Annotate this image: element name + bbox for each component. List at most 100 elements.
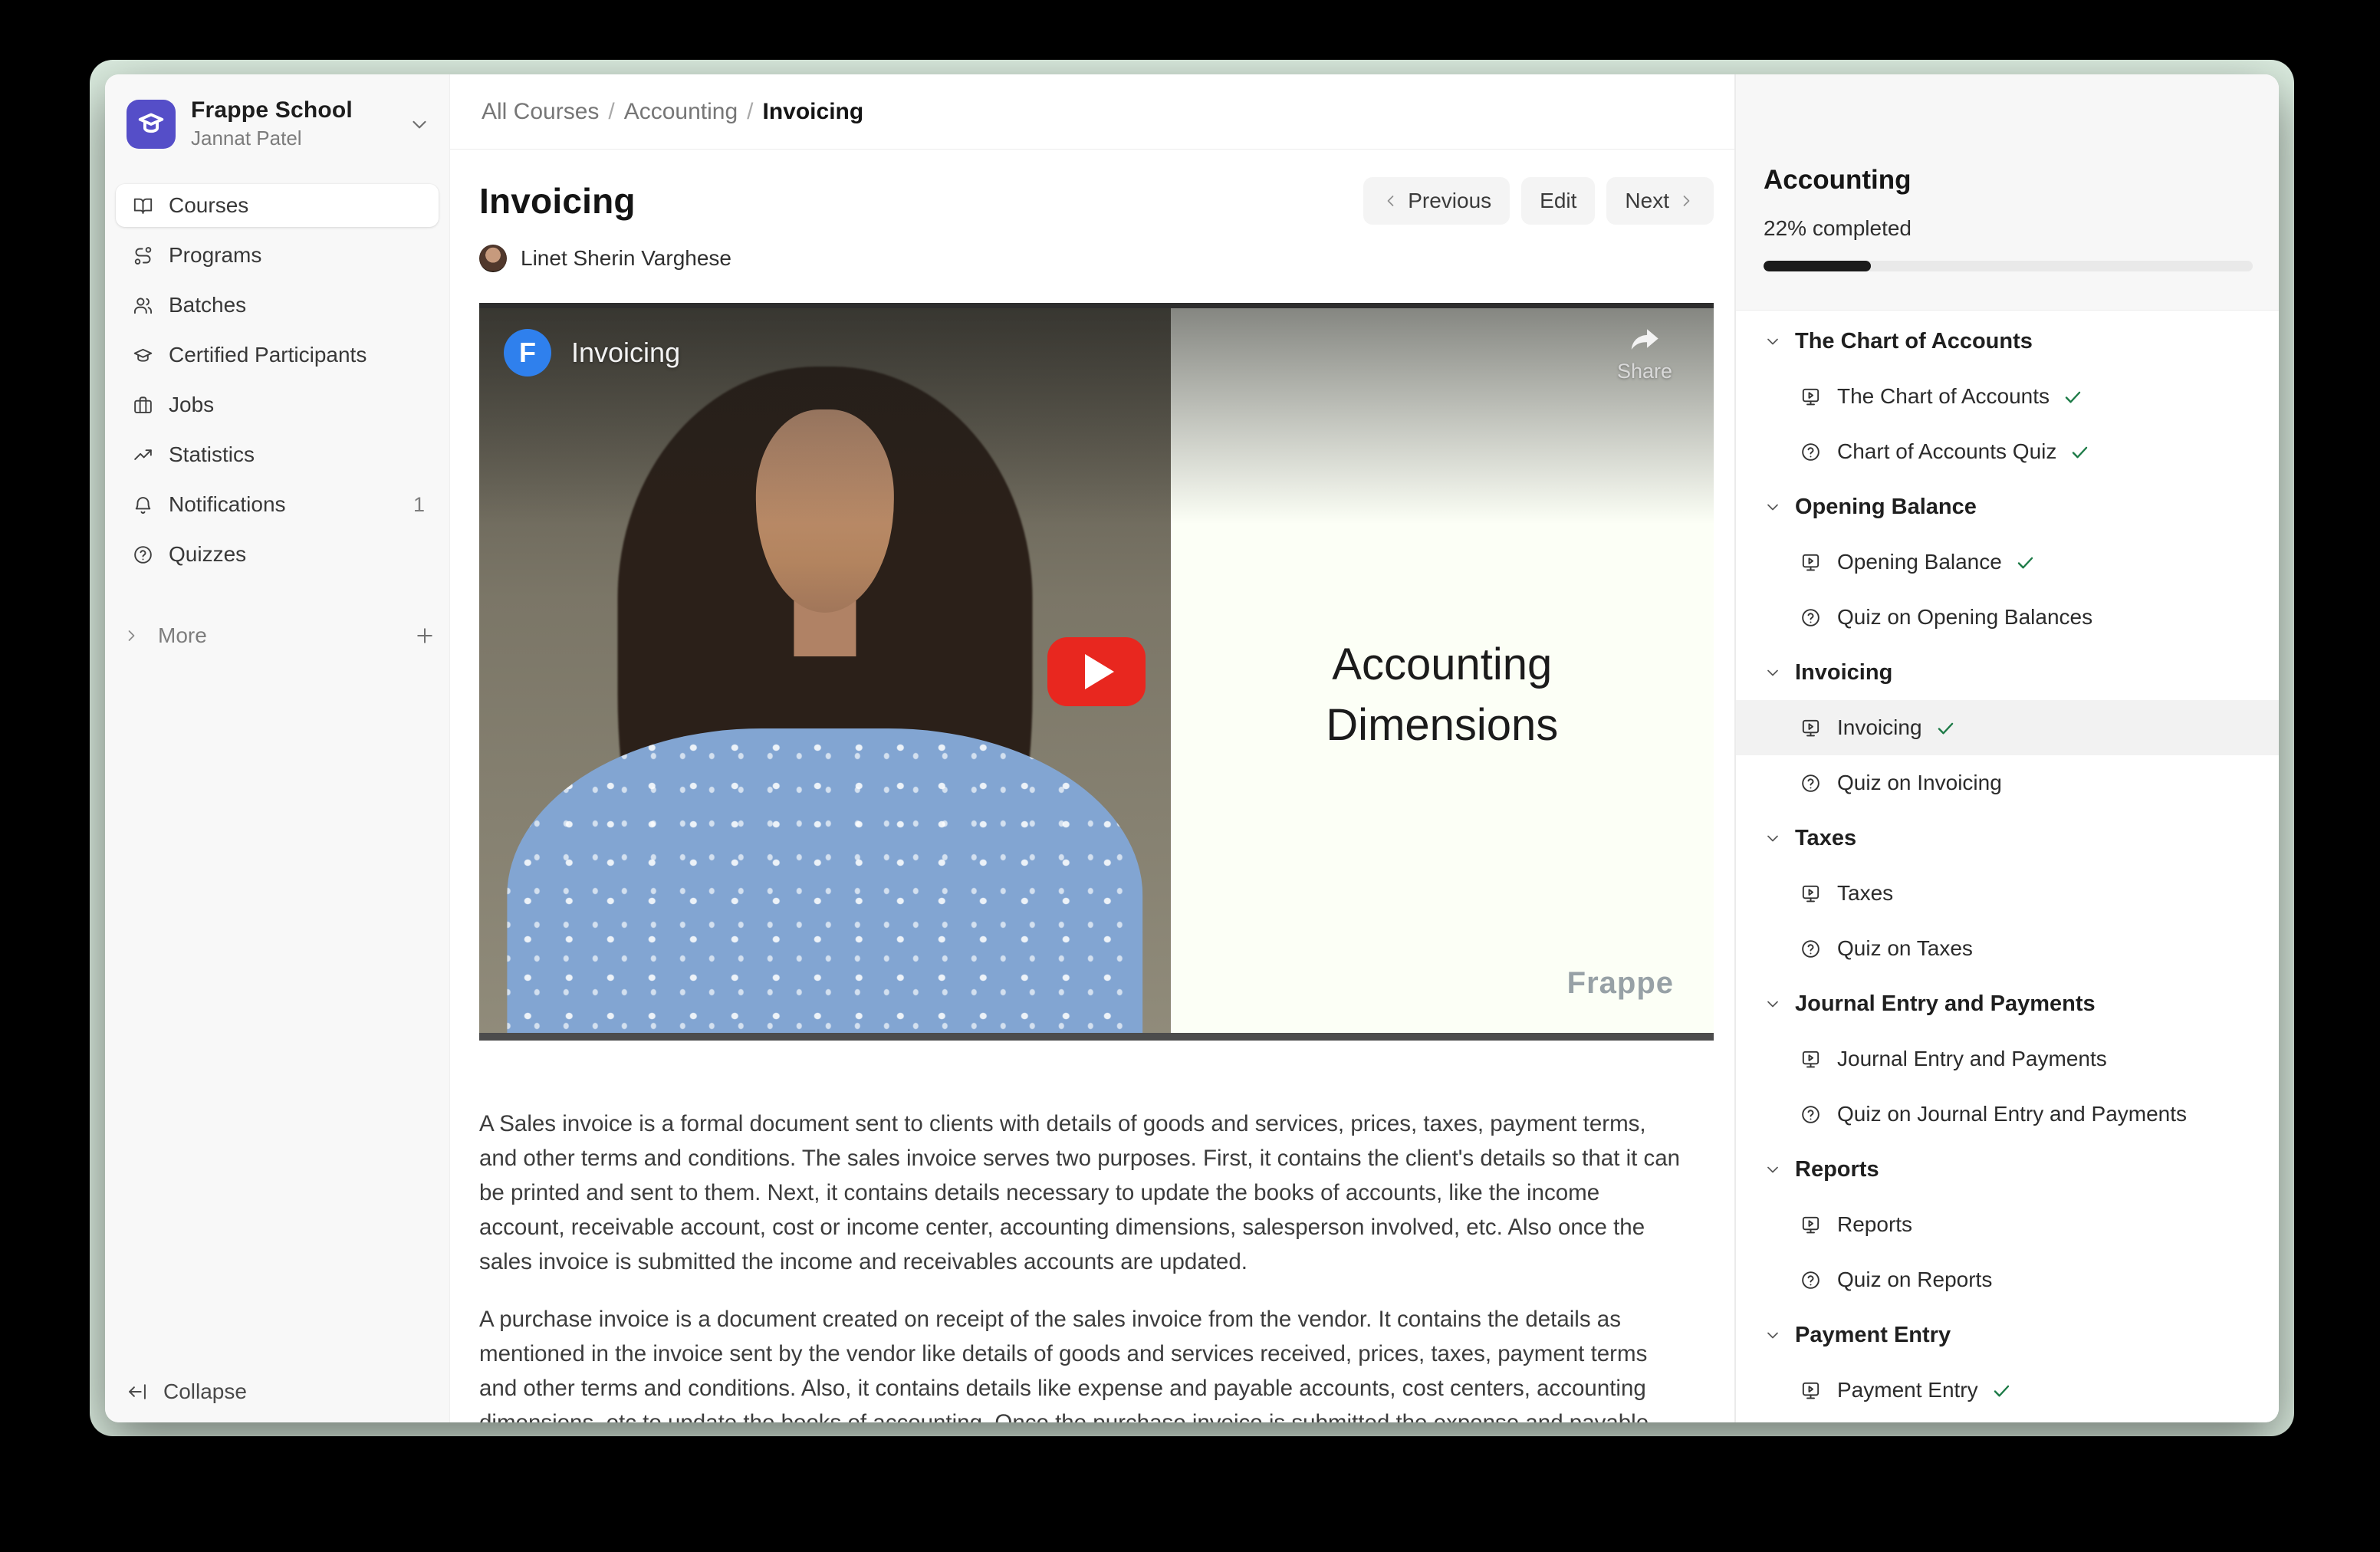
school-meta: Frappe School Jannat Patel bbox=[191, 97, 393, 150]
sidebar-item-certified-participants[interactable]: Certified Participants bbox=[116, 334, 439, 376]
route-icon bbox=[133, 245, 153, 266]
lesson-chart-of-accounts-quiz[interactable]: Chart of Accounts Quiz bbox=[1736, 424, 2279, 479]
users-icon bbox=[133, 295, 153, 316]
frappe-school-logo-icon bbox=[127, 100, 176, 149]
chevron-down-icon bbox=[1764, 829, 1782, 847]
lesson-quiz-on-invoicing[interactable]: Quiz on Invoicing bbox=[1736, 755, 2279, 811]
chevron-down-icon bbox=[1764, 1326, 1782, 1344]
monitor-play-icon bbox=[1800, 1215, 1821, 1235]
chapter-label: Opening Balance bbox=[1795, 495, 1977, 520]
check-icon bbox=[1991, 1380, 2012, 1401]
chapter-reports[interactable]: Reports bbox=[1736, 1142, 2279, 1197]
course-outline-panel: Accounting 22% completed The Chart of Ac… bbox=[1734, 74, 2279, 1422]
sidebar-item-label: Certified Participants bbox=[169, 343, 425, 367]
play-button[interactable] bbox=[1047, 637, 1146, 706]
sidebar-item-quizzes[interactable]: Quizzes bbox=[116, 533, 439, 576]
chevron-down-icon[interactable] bbox=[408, 113, 431, 136]
chevron-down-icon bbox=[1764, 1160, 1782, 1179]
next-button[interactable]: Next bbox=[1606, 177, 1714, 225]
author-name: Linet Sherin Varghese bbox=[521, 246, 731, 271]
chevron-down-icon bbox=[1764, 332, 1782, 350]
sidebar-item-more[interactable]: More bbox=[105, 614, 449, 657]
lesson-quiz-on-journal-entry-and-payments[interactable]: Quiz on Journal Entry and Payments bbox=[1736, 1087, 2279, 1142]
lesson-reports[interactable]: Reports bbox=[1736, 1197, 2279, 1252]
sidebar-item-label: Statistics bbox=[169, 442, 425, 467]
chapter-the-chart-of-accounts[interactable]: The Chart of Accounts bbox=[1736, 314, 2279, 369]
book-open-icon bbox=[133, 196, 153, 216]
video-player[interactable]: Accounting Dimensions Frappe F Invoicing bbox=[479, 303, 1714, 1041]
sidebar-item-batches[interactable]: Batches bbox=[116, 284, 439, 327]
progress-bar bbox=[1764, 261, 2253, 271]
video-overlay-header[interactable]: F Invoicing bbox=[504, 329, 680, 376]
chapter-journal-entry-and-payments[interactable]: Journal Entry and Payments bbox=[1736, 976, 2279, 1031]
monitor-play-icon bbox=[1800, 1380, 1821, 1401]
breadcrumb-separator: / bbox=[608, 99, 614, 125]
share-button[interactable]: Share bbox=[1617, 323, 1672, 383]
sidebar-item-programs[interactable]: Programs bbox=[116, 234, 439, 277]
help-circle-icon bbox=[1800, 773, 1821, 794]
collapse-icon bbox=[127, 1381, 148, 1402]
monitor-play-icon bbox=[1800, 552, 1821, 573]
lesson-label: Journal Entry and Payments bbox=[1837, 1047, 2107, 1071]
check-icon bbox=[2015, 552, 2036, 573]
sidebar-item-jobs[interactable]: Jobs bbox=[116, 383, 439, 426]
chapter-label: Taxes bbox=[1795, 826, 1856, 851]
sidebar-item-statistics[interactable]: Statistics bbox=[116, 433, 439, 476]
monitor-play-icon bbox=[1800, 883, 1821, 904]
lesson-label: Chart of Accounts Quiz bbox=[1837, 439, 2056, 464]
school-user-name: Jannat Patel bbox=[191, 127, 393, 150]
check-icon bbox=[2063, 386, 2083, 407]
breadcrumb-accounting[interactable]: Accounting bbox=[624, 99, 738, 125]
lesson-quiz-on-taxes[interactable]: Quiz on Taxes bbox=[1736, 921, 2279, 976]
sidebar-item-courses[interactable]: Courses bbox=[116, 184, 439, 227]
page-title: Invoicing bbox=[479, 180, 1363, 222]
chapter-taxes[interactable]: Taxes bbox=[1736, 811, 2279, 866]
school-switcher[interactable]: Frappe School Jannat Patel bbox=[105, 74, 449, 150]
lesson-quiz-on-reports[interactable]: Quiz on Reports bbox=[1736, 1252, 2279, 1307]
sidebar: Frappe School Jannat Patel Courses Progra… bbox=[105, 74, 450, 1422]
lesson-payment-entry[interactable]: Payment Entry bbox=[1736, 1363, 2279, 1418]
lesson-taxes[interactable]: Taxes bbox=[1736, 866, 2279, 921]
breadcrumb-all-courses[interactable]: All Courses bbox=[482, 99, 599, 125]
paragraph: A purchase invoice is a document created… bbox=[479, 1302, 1687, 1422]
plus-icon[interactable] bbox=[414, 625, 436, 646]
video-title[interactable]: Invoicing bbox=[571, 337, 680, 369]
channel-avatar[interactable]: F bbox=[504, 329, 551, 376]
lesson-label: Quiz on Opening Balances bbox=[1837, 605, 2092, 630]
help-circle-icon bbox=[133, 544, 153, 565]
sidebar-nav: Courses Programs Batches Certified Particip… bbox=[105, 184, 449, 576]
author-avatar bbox=[479, 245, 507, 272]
edit-button[interactable]: Edit bbox=[1521, 177, 1595, 225]
lesson-invoicing[interactable]: Invoicing bbox=[1736, 700, 2279, 755]
lesson-quiz-on-opening-balances[interactable]: Quiz on Opening Balances bbox=[1736, 590, 2279, 645]
previous-button[interactable]: Previous bbox=[1363, 177, 1510, 225]
sidebar-item-label: Quizzes bbox=[169, 542, 425, 567]
share-icon bbox=[1625, 323, 1665, 358]
help-circle-icon bbox=[1800, 1104, 1821, 1125]
lesson-the-chart-of-accounts[interactable]: The Chart of Accounts bbox=[1736, 369, 2279, 424]
monitor-play-icon bbox=[1800, 386, 1821, 407]
lesson-label: Quiz on Taxes bbox=[1837, 936, 1973, 961]
sidebar-item-notifications[interactable]: Notifications1 bbox=[116, 483, 439, 526]
course-progress-header: Accounting 22% completed bbox=[1736, 74, 2279, 311]
chapter-opening-balance[interactable]: Opening Balance bbox=[1736, 479, 2279, 534]
progress-label: 22% completed bbox=[1764, 216, 2253, 241]
lesson-label: Opening Balance bbox=[1837, 550, 2002, 574]
briefcase-icon bbox=[133, 395, 153, 416]
chapter-label: Payment Entry bbox=[1795, 1323, 1951, 1348]
course-outline: The Chart of AccountsThe Chart of Accoun… bbox=[1736, 311, 2279, 1422]
chapter-invoicing[interactable]: Invoicing bbox=[1736, 645, 2279, 700]
author-row: Linet Sherin Varghese bbox=[479, 245, 1714, 272]
collapse-sidebar-button[interactable]: Collapse bbox=[127, 1379, 247, 1404]
share-label: Share bbox=[1617, 360, 1672, 383]
breadcrumb: All Courses / Accounting / Invoicing bbox=[450, 74, 1734, 150]
lesson-opening-balance[interactable]: Opening Balance bbox=[1736, 534, 2279, 590]
sidebar-item-label: Batches bbox=[169, 293, 425, 317]
check-icon bbox=[2069, 442, 2090, 462]
video-top-bar bbox=[479, 303, 1714, 308]
chapter-payment-entry[interactable]: Payment Entry bbox=[1736, 1307, 2279, 1363]
lesson-label: Payment Entry bbox=[1837, 1378, 1978, 1402]
breadcrumb-current: Invoicing bbox=[763, 99, 864, 125]
lesson-body-text: A Sales invoice is a formal document sen… bbox=[479, 1106, 1687, 1422]
lesson-journal-entry-and-payments[interactable]: Journal Entry and Payments bbox=[1736, 1031, 2279, 1087]
